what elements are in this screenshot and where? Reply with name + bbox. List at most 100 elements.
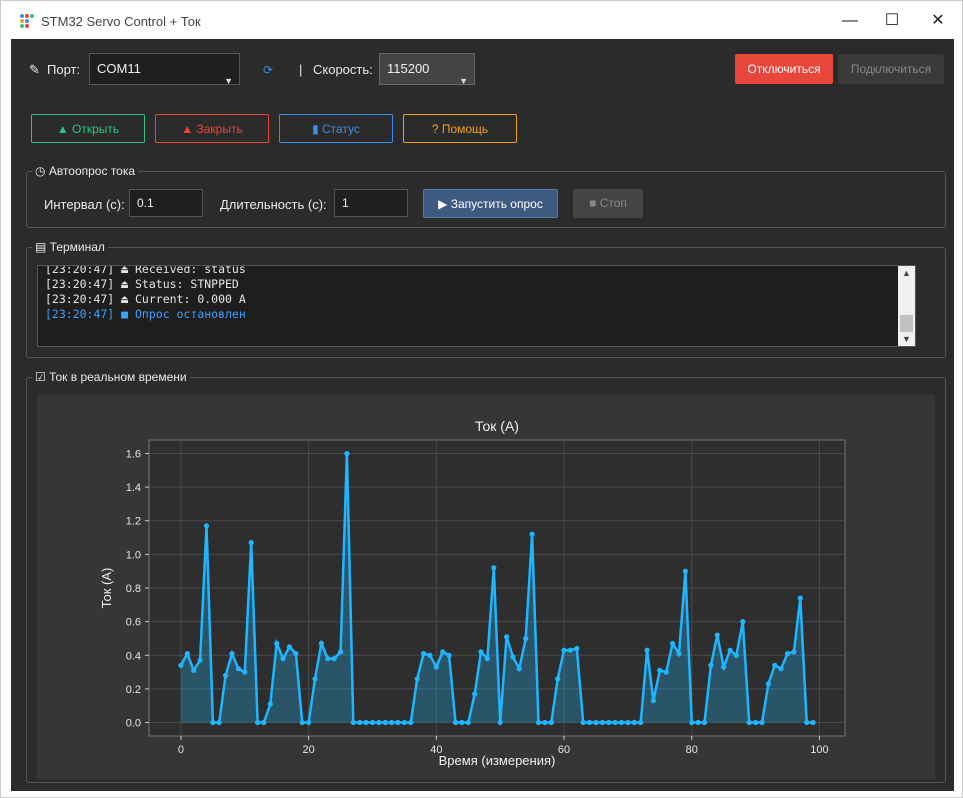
data-point <box>459 719 465 726</box>
data-point <box>357 719 363 726</box>
data-point <box>657 667 663 673</box>
data-point <box>676 651 682 657</box>
speed-label: Скорость: <box>313 62 373 77</box>
data-point <box>644 647 650 653</box>
data-point <box>178 662 184 668</box>
terminal-scrollbar[interactable]: ▲ ▼ <box>898 266 915 346</box>
close-window-button[interactable]: ✕ <box>915 7 961 35</box>
terminal-output[interactable]: [23:20:47] ⏏ Received: status [23:20:47]… <box>37 265 916 347</box>
chevron-down-icon: ▼ <box>224 76 233 86</box>
duration-label: Длительность (с): <box>220 197 327 212</box>
data-point <box>312 676 318 682</box>
refresh-ports-icon[interactable]: ⟳ <box>263 63 273 77</box>
data-point <box>670 640 676 647</box>
data-point <box>631 719 637 726</box>
data-point <box>216 719 222 726</box>
data-point <box>267 701 273 707</box>
data-point <box>733 652 740 658</box>
data-point <box>484 656 490 662</box>
data-point <box>772 662 778 668</box>
close-icon: ▲ <box>181 122 197 136</box>
port-select[interactable]: COM11 ▼ <box>89 53 240 86</box>
data-point <box>714 632 720 638</box>
speed-select[interactable]: 115200 ▼ <box>379 53 475 86</box>
help-button[interactable]: ? Помощь <box>403 114 517 143</box>
data-point <box>663 669 669 675</box>
start-polling-button[interactable]: ▶ Запустить опрос <box>423 189 558 218</box>
y-tick-label: 0.0 <box>126 718 141 730</box>
data-point <box>753 719 759 726</box>
data-point <box>516 666 522 672</box>
data-point <box>810 719 816 726</box>
data-point <box>510 654 516 660</box>
data-point <box>478 649 484 655</box>
maximize-button[interactable]: ☐ <box>869 7 915 35</box>
stop-polling-button[interactable]: ■ Стоп <box>573 189 643 218</box>
scroll-down-icon[interactable]: ▼ <box>902 334 911 344</box>
scroll-up-icon[interactable]: ▲ <box>902 268 911 278</box>
data-point <box>689 719 695 726</box>
title-bar[interactable]: STM32 Servo Control + Ток — ☐ ✕ <box>1 1 962 39</box>
data-point <box>242 669 248 675</box>
data-point <box>804 719 810 726</box>
y-tick-label: 1.2 <box>126 516 141 528</box>
open-button[interactable]: ▲ Открыть <box>31 114 145 143</box>
data-point <box>433 664 439 670</box>
data-point <box>746 719 752 726</box>
data-point <box>210 719 216 726</box>
help-icon: ? <box>431 122 442 136</box>
data-point <box>784 651 791 657</box>
y-tick-label: 1.0 <box>126 549 141 561</box>
interval-input[interactable]: 0.1 <box>129 189 203 217</box>
data-point <box>408 719 414 726</box>
data-point <box>414 676 420 682</box>
scroll-thumb[interactable] <box>900 315 913 332</box>
data-point <box>452 719 459 726</box>
data-point <box>523 635 529 642</box>
data-point <box>293 651 299 657</box>
speed-value: 115200 <box>387 61 430 76</box>
data-point <box>625 719 631 726</box>
data-point <box>331 656 337 662</box>
data-point <box>618 719 625 726</box>
terminal-line: [23:20:47] ■ Опрос остановлен <box>45 307 246 321</box>
data-point <box>274 640 280 647</box>
data-point <box>740 619 746 625</box>
data-point <box>606 719 612 726</box>
data-point <box>548 719 554 726</box>
data-point <box>427 652 433 658</box>
x-tick-label: 20 <box>303 744 315 756</box>
data-point <box>759 719 765 726</box>
main-panel: ✎ Порт: COM11 ▼ ⟳ | Скорость: 115200 ▼ О… <box>11 39 954 791</box>
minimize-button[interactable]: — <box>827 7 873 35</box>
data-point <box>338 649 344 655</box>
data-point <box>497 719 503 726</box>
chevron-down-icon: ▼ <box>459 76 468 86</box>
connect-button[interactable]: Подключиться <box>838 54 944 84</box>
duration-input[interactable]: 1 <box>334 189 408 217</box>
data-point <box>350 719 356 726</box>
port-value: COM11 <box>97 61 141 76</box>
terminal-group-title: ▤ Терминал <box>32 240 108 254</box>
terminal-line: [23:20:47] ⏏ Received: status <box>45 265 246 276</box>
data-point <box>318 640 324 647</box>
data-point <box>229 651 235 657</box>
data-point <box>255 719 261 726</box>
data-point <box>203 523 210 529</box>
data-point <box>369 719 376 726</box>
status-button[interactable]: ▮ Статус <box>279 114 393 143</box>
stopwatch-icon: ◷ <box>35 164 49 178</box>
stop-icon: ■ <box>589 196 600 210</box>
window-title: STM32 Servo Control + Ток <box>41 14 201 29</box>
close-button[interactable]: ▲ Закрыть <box>155 114 269 143</box>
data-point <box>542 719 548 726</box>
data-point <box>708 662 714 668</box>
plug-icon: ✎ <box>29 62 40 77</box>
data-point <box>389 719 395 726</box>
y-tick-label: 1.4 <box>126 482 141 494</box>
data-point <box>280 656 286 662</box>
disconnect-button[interactable]: Отключиться <box>735 54 833 84</box>
current-chart-svg: 0 20 40 60 80 1000.00.20.40.60.81.01.21.41.6Т… <box>99 418 846 768</box>
realtime-group-title: ☑ Ток в реальном времени <box>32 370 190 384</box>
status-label: Статус <box>322 122 360 136</box>
